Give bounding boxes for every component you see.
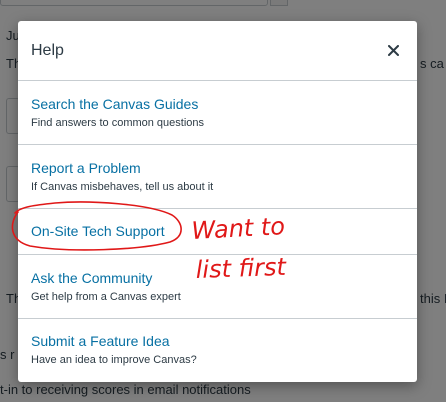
report-problem-link[interactable]: Report a Problem	[31, 160, 404, 177]
help-dialog: Help Search the Canvas Guides Find answe…	[18, 21, 417, 382]
close-icon	[387, 45, 399, 56]
search-guides-description: Find answers to common questions	[31, 116, 205, 129]
dialog-header: Help	[18, 21, 417, 81]
help-item-feature-idea: Submit a Feature Idea Have an idea to im…	[18, 319, 417, 381]
ask-community-description: Get help from a Canvas expert	[31, 290, 181, 303]
help-item-report-problem: Report a Problem If Canvas misbehaves, t…	[18, 145, 417, 209]
ask-community-link[interactable]: Ask the Community	[31, 270, 404, 287]
feature-idea-description: Have an idea to improve Canvas?	[31, 354, 197, 366]
search-guides-link[interactable]: Search the Canvas Guides	[31, 96, 404, 113]
feature-idea-link[interactable]: Submit a Feature Idea	[31, 333, 404, 350]
help-item-search-guides: Search the Canvas Guides Find answers to…	[18, 81, 417, 145]
report-problem-description: If Canvas misbehaves, tell us about it	[31, 180, 214, 193]
dialog-title: Help	[31, 41, 64, 59]
help-links-list: Search the Canvas Guides Find answers to…	[18, 81, 417, 381]
help-item-onsite-support: On-Site Tech Support	[18, 209, 417, 255]
onsite-support-link[interactable]: On-Site Tech Support	[31, 223, 404, 240]
help-item-ask-community: Ask the Community Get help from a Canvas…	[18, 255, 417, 319]
close-button[interactable]	[383, 41, 403, 61]
